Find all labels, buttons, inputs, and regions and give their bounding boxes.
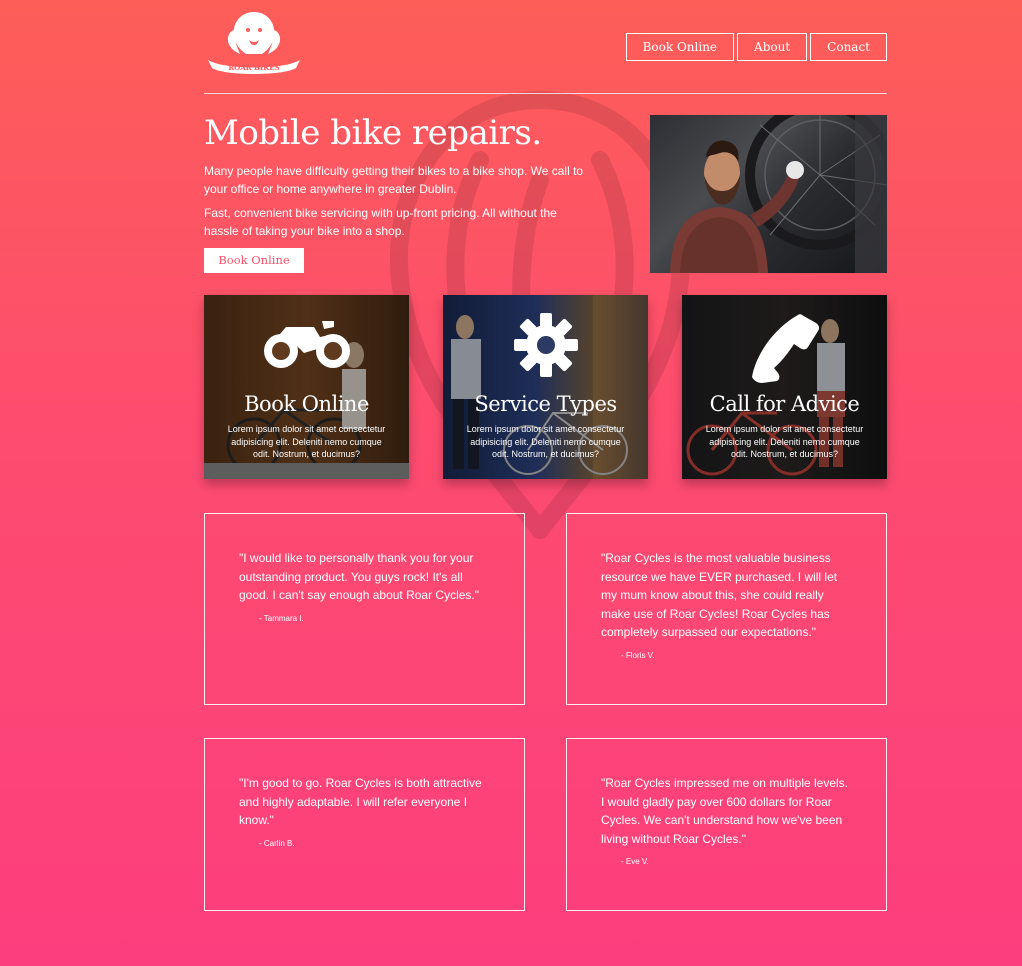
card-call-for-advice[interactable]: Call for Advice Lorem ipsum dolor sit am… xyxy=(682,295,887,479)
svg-text:ROAR BIKES: ROAR BIKES xyxy=(228,63,279,72)
card-title: Book Online xyxy=(244,392,369,416)
testimonial-author: - Eve V. xyxy=(621,857,649,866)
logo-text-bikes: BIKES xyxy=(254,63,280,72)
card-title: Service Types xyxy=(474,392,617,416)
header-divider xyxy=(204,93,887,94)
card-text: Lorem ipsum dolor sit amet consectetur a… xyxy=(227,424,386,459)
nav-about[interactable]: About xyxy=(737,33,808,61)
testimonial-text: "I would like to personally thank you fo… xyxy=(239,551,480,602)
testimonial-card: "Roar Cycles is the most valuable busine… xyxy=(566,513,887,705)
roar-bikes-logo[interactable]: ROAR BIKES xyxy=(204,10,304,76)
testimonial-text: "Roar Cycles is the most valuable busine… xyxy=(601,551,838,639)
gear-icon xyxy=(513,313,578,377)
testimonial-author: - Carlin B. xyxy=(259,839,295,848)
hero-paragraph-2: Fast, convenient bike servicing with up-… xyxy=(204,206,557,238)
hero-paragraph-1: Many people have difficulty getting thei… xyxy=(204,164,584,196)
testimonial-card: "I'm good to go. Roar Cycles is both att… xyxy=(204,738,525,911)
mechanic-photo xyxy=(650,115,887,273)
testimonial-author: - Tammara I. xyxy=(259,614,304,623)
card-title: Call for Advice xyxy=(709,392,860,416)
card-service-types[interactable]: Service Types Lorem ipsum dolor sit amet… xyxy=(443,295,648,479)
testimonial-text: "Roar Cycles impressed me on multiple le… xyxy=(601,776,849,846)
testimonial-author: - Floris V. xyxy=(621,651,655,660)
mechanic-illustration xyxy=(670,115,887,273)
testimonial-card: "I would like to personally thank you fo… xyxy=(204,513,525,705)
card-book-online[interactable]: Book Online Lorem ipsum dolor sit amet c… xyxy=(204,295,409,479)
main-nav: Book Online About Conact xyxy=(625,33,887,61)
card-text: Lorem ipsum dolor sit amet consectetur a… xyxy=(466,424,625,459)
phone-icon xyxy=(751,314,819,383)
testimonial-card: "Roar Cycles impressed me on multiple le… xyxy=(566,738,887,911)
logo-text-roar: ROAR xyxy=(228,63,251,72)
hero-book-online-button[interactable]: Book Online xyxy=(204,248,304,273)
card-text: Lorem ipsum dolor sit amet consectetur a… xyxy=(705,424,864,459)
testimonial-text: "I'm good to go. Roar Cycles is both att… xyxy=(239,776,482,827)
hero-title: Mobile bike repairs. xyxy=(204,113,542,153)
nav-book-online[interactable]: Book Online xyxy=(625,33,735,61)
motorcycle-icon xyxy=(263,321,350,368)
nav-contact[interactable]: Conact xyxy=(810,33,887,61)
